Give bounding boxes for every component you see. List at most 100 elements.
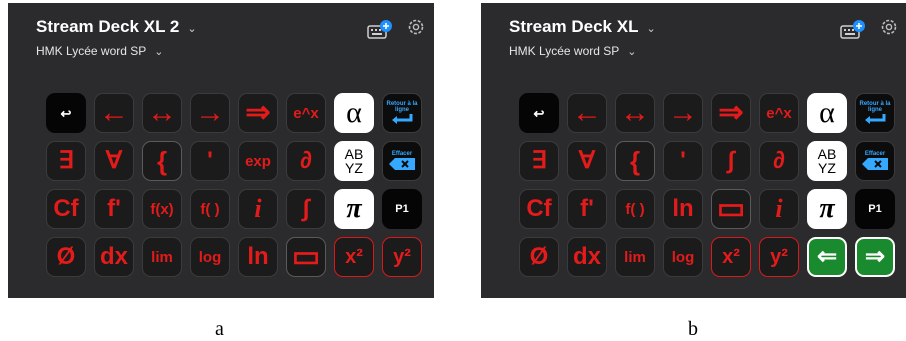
deck-key-f-x[interactable]: f(x) bbox=[142, 189, 182, 229]
deck-key-dx[interactable]: dx bbox=[567, 237, 607, 277]
deck-key-dx[interactable]: dx bbox=[94, 237, 134, 277]
deck-key-log[interactable]: log bbox=[663, 237, 703, 277]
deck-key-e-x[interactable]: e^x bbox=[286, 93, 326, 133]
deck-key-symbol[interactable]: Ø bbox=[46, 237, 86, 277]
deck-key-cf[interactable]: Cf bbox=[519, 189, 559, 229]
deck-key-symbol[interactable]: ⇒ bbox=[711, 93, 751, 133]
deck-key-symbol[interactable]: ∫ bbox=[711, 141, 751, 181]
key-label: f( ) bbox=[200, 200, 220, 218]
deck-key-p1[interactable]: P1 bbox=[382, 189, 422, 229]
keyboard-add-icon[interactable] bbox=[840, 20, 865, 39]
deck-key-symbol[interactable]: ▭ bbox=[286, 237, 326, 277]
deck-key-symbol[interactable]: ∀ bbox=[567, 141, 607, 181]
device-selector[interactable]: Stream Deck XL ⌄ bbox=[509, 17, 656, 37]
deck-key-symbol[interactable]: ↔ bbox=[615, 93, 655, 133]
deck-key-symbol[interactable]: → bbox=[663, 93, 703, 133]
key-label: AB YZ bbox=[817, 146, 837, 176]
deck-key-f[interactable]: f' bbox=[94, 189, 134, 229]
deck-key-symbol[interactable]: α bbox=[334, 93, 374, 133]
key-label: f' bbox=[107, 195, 121, 222]
key-label: log bbox=[671, 248, 695, 266]
deck-key-symbol[interactable]: ∂ bbox=[759, 141, 799, 181]
deck-key-exp[interactable]: exp bbox=[238, 141, 278, 181]
gear-icon[interactable] bbox=[879, 17, 899, 37]
chevron-down-icon[interactable]: ⌄ bbox=[627, 46, 636, 58]
deck-key-arrow-left-icon[interactable]: ⇐ bbox=[807, 237, 847, 277]
key-label: Retour à la ligne bbox=[386, 100, 418, 113]
key-label: ← bbox=[572, 96, 602, 129]
deck-key-symbol[interactable]: π bbox=[334, 189, 374, 229]
keyboard-add-icon[interactable] bbox=[367, 20, 392, 39]
deck-key-ln[interactable]: ln bbox=[238, 237, 278, 277]
key-label: Retour à la ligne bbox=[859, 100, 891, 113]
deck-key-symbol[interactable]: → bbox=[190, 93, 230, 133]
key-label: π bbox=[819, 193, 835, 224]
deck-key-ab-yz[interactable]: AB YZ bbox=[807, 141, 847, 181]
profile-selector[interactable]: HMK Lycée word SP ⌄ bbox=[36, 44, 163, 58]
deck-key-symbol[interactable]: ↔ bbox=[142, 93, 182, 133]
deck-key-f[interactable]: f( ) bbox=[190, 189, 230, 229]
deck-key-symbol[interactable]: { bbox=[615, 141, 655, 181]
deck-key-symbol[interactable]: ⇒ bbox=[238, 93, 278, 133]
deck-key-effacer[interactable]: Effacer bbox=[855, 141, 895, 181]
deck-key-symbol[interactable]: { bbox=[142, 141, 182, 181]
deck-key-back-arrow-icon[interactable]: ↩ bbox=[46, 93, 86, 133]
deck-key-retour-la-ligne[interactable]: Retour à la ligne bbox=[382, 93, 422, 133]
gear-icon[interactable] bbox=[406, 17, 426, 37]
deck-key-ab-yz[interactable]: AB YZ bbox=[334, 141, 374, 181]
deck-key-effacer[interactable]: Effacer bbox=[382, 141, 422, 181]
chevron-down-icon[interactable]: ⌄ bbox=[187, 23, 196, 35]
key-label: → bbox=[668, 96, 698, 129]
deck-key-retour-la-ligne[interactable]: Retour à la ligne bbox=[855, 93, 895, 133]
deck-key-symbol[interactable]: ' bbox=[663, 141, 703, 181]
deck-key-symbol[interactable]: ← bbox=[567, 93, 607, 133]
chevron-down-icon[interactable]: ⌄ bbox=[646, 23, 655, 35]
deck-key-e-x[interactable]: e^x bbox=[759, 93, 799, 133]
deck-key-lim[interactable]: lim bbox=[615, 237, 655, 277]
deck-key-f[interactable]: f' bbox=[567, 189, 607, 229]
key-label: Cf bbox=[53, 195, 79, 222]
deck-key-symbol[interactable]: ' bbox=[190, 141, 230, 181]
deck-key-x[interactable]: x² bbox=[334, 237, 374, 277]
deck-key-symbol[interactable]: ▭ bbox=[711, 189, 751, 229]
deck-key-y[interactable]: y² bbox=[759, 237, 799, 277]
key-label: ∫ bbox=[727, 147, 735, 174]
key-label: ⇐ bbox=[816, 243, 838, 270]
deck-key-lim[interactable]: lim bbox=[142, 237, 182, 277]
deck-key-ln[interactable]: ln bbox=[663, 189, 703, 229]
key-label: x² bbox=[722, 246, 740, 268]
deck-key-y[interactable]: y² bbox=[382, 237, 422, 277]
key-label: ∂ bbox=[300, 147, 312, 174]
deck-key-symbol[interactable]: ∂ bbox=[286, 141, 326, 181]
deck-key-back-arrow-icon[interactable]: ↩ bbox=[519, 93, 559, 133]
profile-name: HMK Lycée word SP bbox=[509, 44, 620, 58]
deck-key-symbol[interactable]: ∫ bbox=[286, 189, 326, 229]
stream-deck-panel-b: Stream Deck XL ⌄ HMK Lycée word SP ⌄ ↩ ← ↔ → ⇒… bbox=[481, 3, 906, 298]
deck-key-symbol[interactable]: Ø bbox=[519, 237, 559, 277]
deck-key-f[interactable]: f( ) bbox=[615, 189, 655, 229]
key-label: ↔ bbox=[620, 96, 650, 129]
key-label: ⇒ bbox=[245, 96, 271, 129]
profile-selector[interactable]: HMK Lycée word SP ⌄ bbox=[509, 44, 636, 58]
key-label: ∫ bbox=[302, 195, 310, 222]
device-selector[interactable]: Stream Deck XL 2 ⌄ bbox=[36, 17, 197, 37]
deck-key-arrow-right-icon[interactable]: ⇒ bbox=[855, 237, 895, 277]
deck-key-symbol[interactable]: α bbox=[807, 93, 847, 133]
key-label: x² bbox=[345, 246, 363, 268]
key-label: ' bbox=[207, 147, 213, 174]
key-label: ' bbox=[680, 147, 686, 174]
deck-key-p1[interactable]: P1 bbox=[855, 189, 895, 229]
deck-key-symbol[interactable]: ∃ bbox=[46, 141, 86, 181]
deck-key-log[interactable]: log bbox=[190, 237, 230, 277]
deck-key-i[interactable]: i bbox=[238, 189, 278, 229]
deck-key-symbol[interactable]: π bbox=[807, 189, 847, 229]
deck-key-symbol[interactable]: ∃ bbox=[519, 141, 559, 181]
key-label: ∃ bbox=[58, 147, 74, 174]
deck-key-i[interactable]: i bbox=[759, 189, 799, 229]
deck-key-symbol[interactable]: ← bbox=[94, 93, 134, 133]
chevron-down-icon[interactable]: ⌄ bbox=[154, 46, 163, 58]
deck-key-cf[interactable]: Cf bbox=[46, 189, 86, 229]
key-label: lim bbox=[624, 248, 646, 266]
deck-key-symbol[interactable]: ∀ bbox=[94, 141, 134, 181]
deck-key-x[interactable]: x² bbox=[711, 237, 751, 277]
